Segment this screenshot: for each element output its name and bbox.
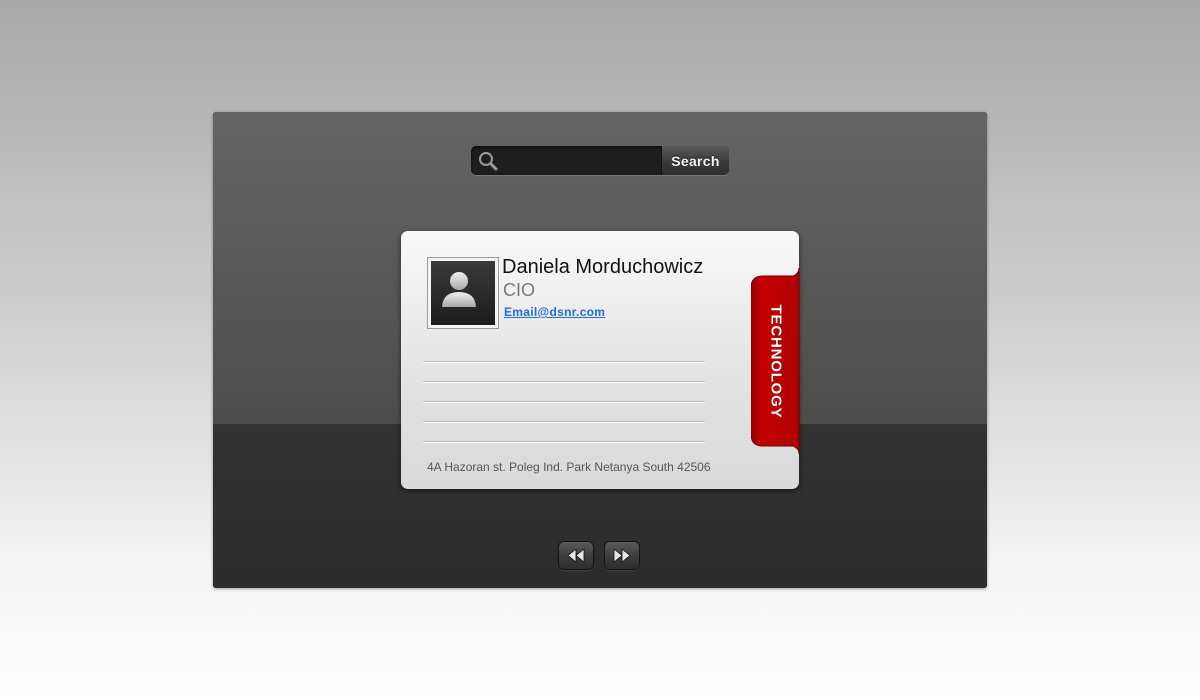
search-button[interactable]: Search xyxy=(661,146,729,175)
contact-email-link[interactable]: Email@dsnr.com xyxy=(504,305,605,319)
user-silhouette-icon xyxy=(431,261,495,325)
contact-name: Daniela Morduchowicz xyxy=(502,256,704,278)
note-line xyxy=(423,421,705,422)
note-line xyxy=(423,381,705,382)
category-label: TECHNOLOGY xyxy=(767,304,785,418)
search-input[interactable] xyxy=(503,149,661,174)
contact-viewer-panel: Search Daniela Morduchowicz CIO Email@ds… xyxy=(213,112,987,588)
rewind-icon xyxy=(567,548,585,563)
note-line xyxy=(423,401,705,402)
contact-card: Daniela Morduchowicz CIO Email@dsnr.com … xyxy=(401,231,799,489)
contact-address: 4A Hazoran st. Poleg Ind. Park Netanya S… xyxy=(427,460,711,474)
previous-button[interactable] xyxy=(559,542,593,569)
search-icon xyxy=(477,150,499,172)
next-button[interactable] xyxy=(605,542,639,569)
avatar xyxy=(427,257,499,329)
search-bar: Search xyxy=(471,146,729,175)
note-line xyxy=(423,361,705,362)
category-tab[interactable]: TECHNOLOGY xyxy=(751,268,803,454)
note-line xyxy=(423,441,705,442)
fast-forward-icon xyxy=(613,548,631,563)
contact-title: CIO xyxy=(503,280,536,300)
